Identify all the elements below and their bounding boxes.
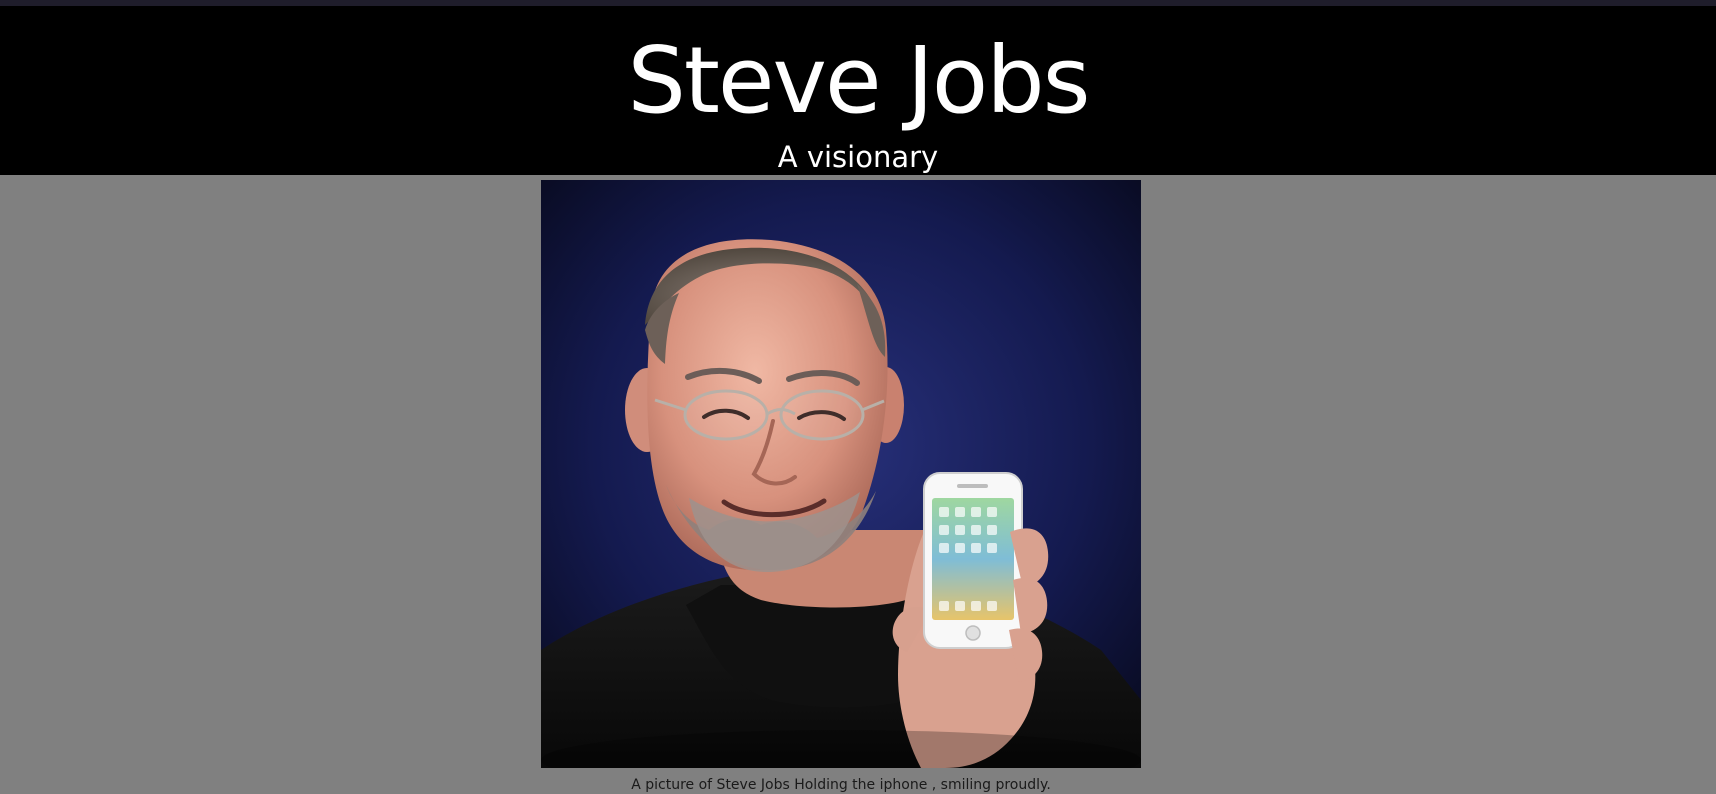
portrait-photo-image (541, 180, 1141, 768)
page-header: Steve Jobs A visionary (0, 6, 1716, 175)
page-subtitle: A visionary (777, 140, 939, 174)
page-title: Steve Jobs (627, 27, 1090, 134)
main-content: A picture of Steve Jobs Holding the ipho… (0, 175, 1716, 793)
image-caption: A picture of Steve Jobs Holding the ipho… (631, 777, 1051, 793)
image-figure: A picture of Steve Jobs Holding the ipho… (541, 180, 1141, 793)
